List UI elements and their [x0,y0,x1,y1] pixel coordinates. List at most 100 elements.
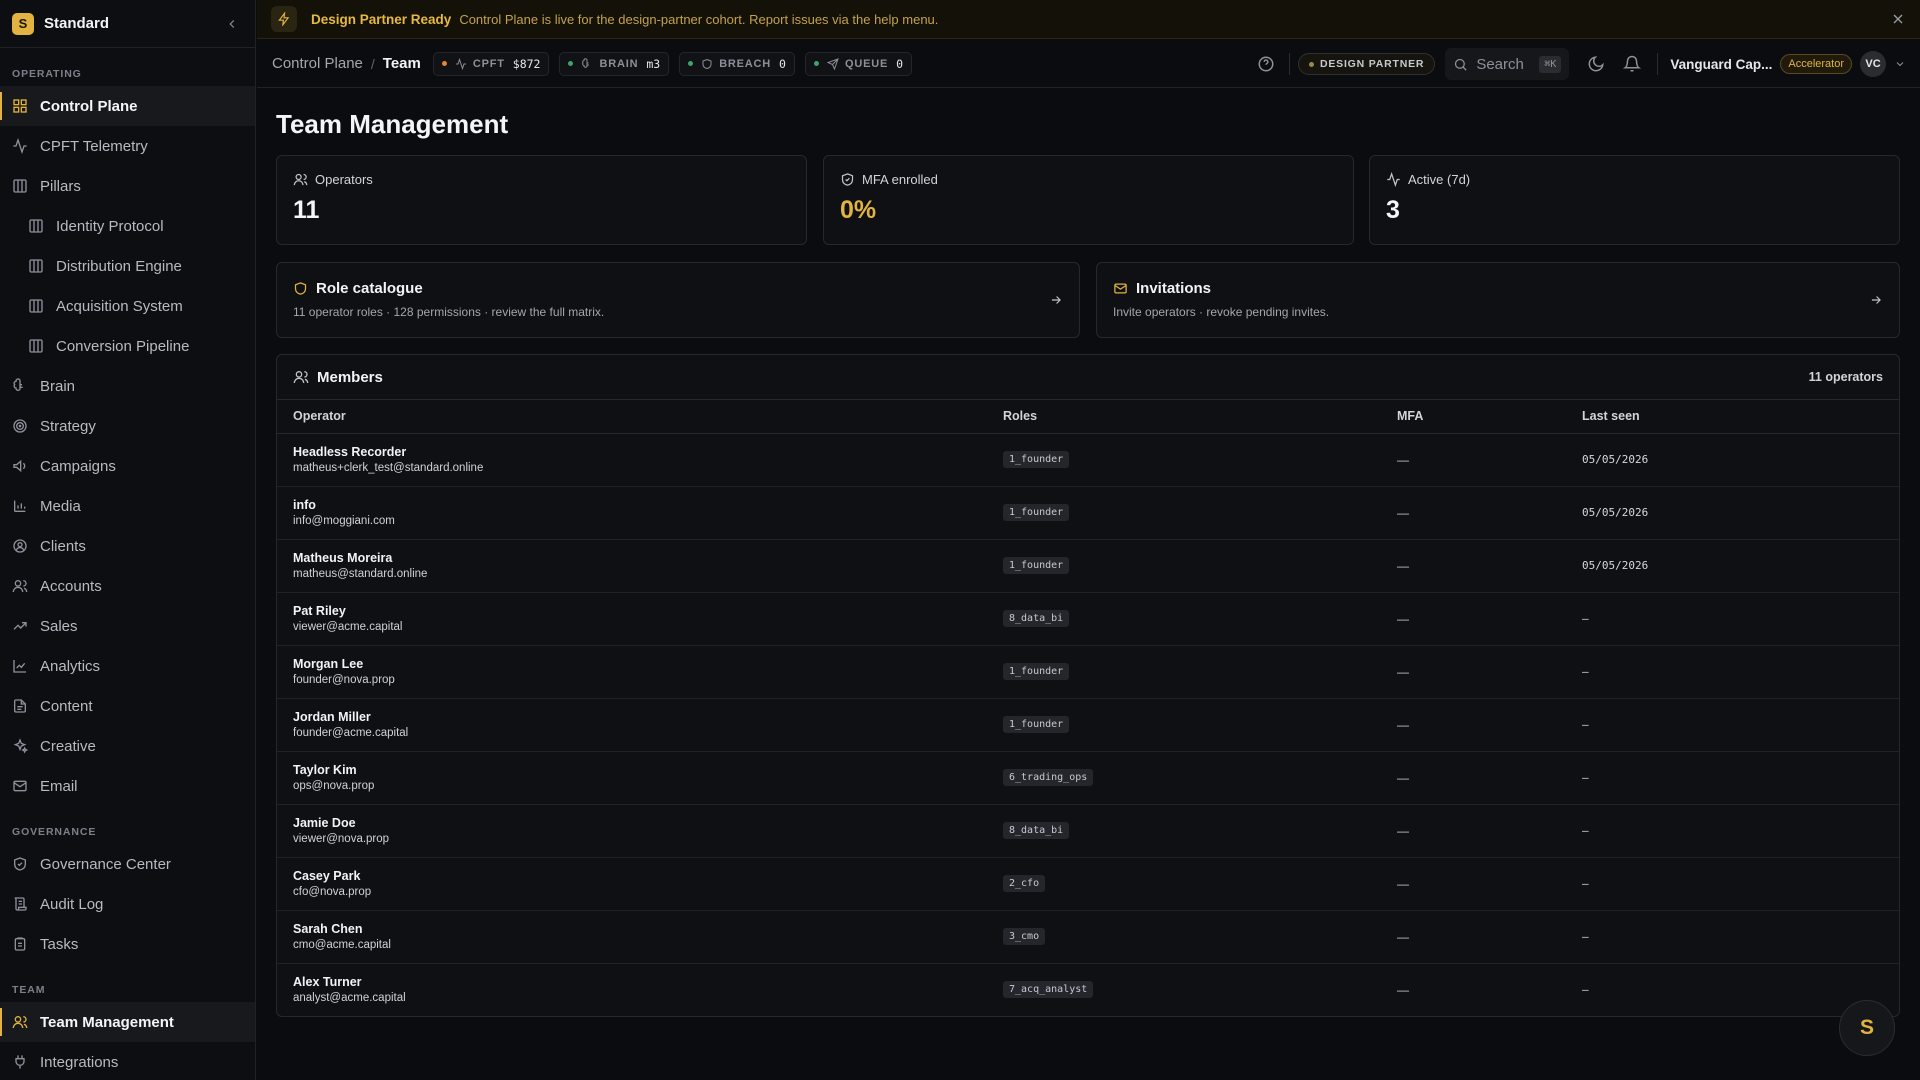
shield-check-icon [14,857,26,871]
lightning-icon [271,6,297,32]
sidebar-item-email[interactable]: Email [0,766,255,806]
sidebar-item-label: Identity Protocol [56,217,164,235]
assistant-fab-button[interactable]: S [1839,1000,1895,1056]
role-badge: 2_cfo [1003,875,1046,892]
chevron-down-icon[interactable] [1894,58,1906,70]
card-title-text: Invitations [1136,280,1212,297]
sidebar-item-control-plane[interactable]: Control Plane [0,86,255,126]
sidebar-item-acquisition-system[interactable]: Acquisition System [0,286,255,326]
operator-name: Morgan Lee [293,657,364,671]
table-row[interactable]: info info@moggiani.com 1_founder —05/05/202… [277,486,1899,540]
sidebar-item-identity-protocol[interactable]: Identity Protocol [0,206,255,246]
moon-icon[interactable] [1587,55,1605,73]
sidebar-item-brain[interactable]: Brain [0,366,255,406]
chip-value: $872 [512,56,541,71]
mfa-cell: — [1397,539,1582,593]
operator-cell: Pat Riley viewer@acme.capital [277,592,1003,646]
operator-name: Headless Recorder [293,445,407,459]
invitations-card[interactable]: Invitations Invite operators · revoke pe… [1096,262,1900,338]
roles-cell: 6_trading_ops [1003,751,1397,805]
org-name[interactable]: Vanguard Cap... [1670,57,1772,72]
sidebar-item-distribution-engine[interactable]: Distribution Engine [0,246,255,286]
roles-cell: 7_acq_analyst [1003,963,1397,1016]
bell-icon[interactable] [1623,55,1642,73]
target-icon [13,419,27,433]
sidebar-item-tasks[interactable]: Tasks [0,924,255,964]
table-row[interactable]: Jordan Miller founder@acme.capital 1_found… [277,698,1899,752]
table-row[interactable]: Matheus Moreira matheus@standard.online 1_… [277,539,1899,593]
table-row[interactable]: Alex Turner analyst@acme.capital 7_acq_ana… [277,963,1899,1016]
sidebar-item-campaigns[interactable]: Campaigns [0,446,255,486]
section-label-governance: GOVERNANCE [12,826,97,838]
roles-cell: 1_founder [1003,433,1397,487]
stat-value: 3 [1386,196,1400,224]
operator-email: cfo@nova.prop [293,886,372,898]
table-row[interactable]: Pat Riley viewer@acme.capital 8_data_bi — – [277,592,1899,646]
last-seen-cell: 05/05/2026 [1582,433,1899,487]
sidebar-item-creative[interactable]: Creative [0,726,255,766]
collapse-sidebar-button[interactable] [221,13,243,35]
chip-cpft[interactable]: CPFT $872 [432,51,550,76]
status-chips: CPFT $872 BRAIN m3 BREACH 0 QUEUE 0 [432,51,913,76]
scroll-icon [14,897,27,911]
sidebar-item-label: Analytics [40,657,101,675]
column-header-roles: Roles [1003,400,1397,434]
help-icon[interactable] [1257,55,1275,73]
table-row[interactable]: Jamie Doe viewer@nova.prop 8_data_bi — – [277,804,1899,858]
avatar[interactable]: VC [1860,51,1886,77]
table-row[interactable]: Sarah Chen cmo@acme.capital 3_cmo — – [277,910,1899,964]
sidebar-item-team-management[interactable]: Team Management [0,1002,255,1042]
mfa-cell: — [1397,910,1582,964]
sidebar-item-accounts[interactable]: Accounts [0,566,255,606]
sidebar-item-strategy[interactable]: Strategy [0,406,255,446]
chip-brain[interactable]: BRAIN m3 [559,51,670,76]
stat-label-text: MFA enrolled [862,172,938,187]
sidebar-item-label: Team Management [40,1013,174,1031]
stat-card-active-7d: Active (7d) 3 [1369,155,1900,245]
role-badge: 1_founder [1003,663,1070,680]
sidebar-item-analytics[interactable]: Analytics [0,646,255,686]
table-row[interactable]: Taylor Kim ops@nova.prop 6_trading_ops — – [277,751,1899,805]
table-row[interactable]: Casey Park cfo@nova.prop 2_cfo — – [277,857,1899,911]
sidebar-item-sales[interactable]: Sales [0,606,255,646]
role-badge: 1_founder [1003,504,1070,521]
status-dot [813,61,819,66]
sidebar-item-cpft-telemetry[interactable]: CPFT Telemetry [0,126,255,166]
operator-name: Taylor Kim [293,763,357,777]
table-row[interactable]: Morgan Lee founder@nova.prop 1_founder — – [277,645,1899,699]
sidebar-item-label: Control Plane [40,97,138,115]
mfa-cell: — [1397,486,1582,540]
role-badge: 6_trading_ops [1003,769,1094,786]
stat-label: Active (7d) [1386,172,1883,187]
search-input[interactable]: Search ⌘K [1445,48,1570,80]
sidebar-item-audit-log[interactable]: Audit Log [0,884,255,924]
breadcrumb-control-plane[interactable]: Control Plane [272,55,363,72]
sparkles-icon [13,738,28,754]
columns-icon [29,259,43,273]
chip-breach[interactable]: BREACH 0 [679,51,795,76]
banner-close-button[interactable] [1890,11,1906,27]
last-seen-cell: – [1582,804,1899,858]
chip-queue[interactable]: QUEUE 0 [804,51,913,76]
sidebar-item-clients[interactable]: Clients [0,526,255,566]
stat-card-operators: Operators 11 [276,155,807,245]
operator-email: cmo@acme.capital [293,939,391,951]
table-row[interactable]: Headless Recorder matheus+clerk_test@stan… [277,433,1899,487]
sidebar-item-conversion-pipeline[interactable]: Conversion Pipeline [0,326,255,366]
role-catalogue-card[interactable]: Role catalogue 11 operator roles · 128 p… [276,262,1080,338]
sidebar-item-media[interactable]: Media [0,486,255,526]
brain-icon [582,57,590,68]
chevron-left-icon [229,19,235,28]
sidebar-item-content[interactable]: Content [0,686,255,726]
members-count: 11 operators [1808,370,1883,384]
sidebar-item-integrations[interactable]: Integrations [0,1042,255,1080]
users-icon [12,580,28,593]
sidebar-item-pillars[interactable]: Pillars [0,166,255,206]
arrow-right-icon [1051,296,1061,304]
users-icon [293,173,308,186]
sidebar-item-label: Email [40,777,78,795]
sidebar-item-governance-center[interactable]: Governance Center [0,844,255,884]
page-title: Team Management [276,109,509,139]
breadcrumb-team: Team [382,55,421,72]
operator-cell: Jordan Miller founder@acme.capital [277,698,1003,752]
